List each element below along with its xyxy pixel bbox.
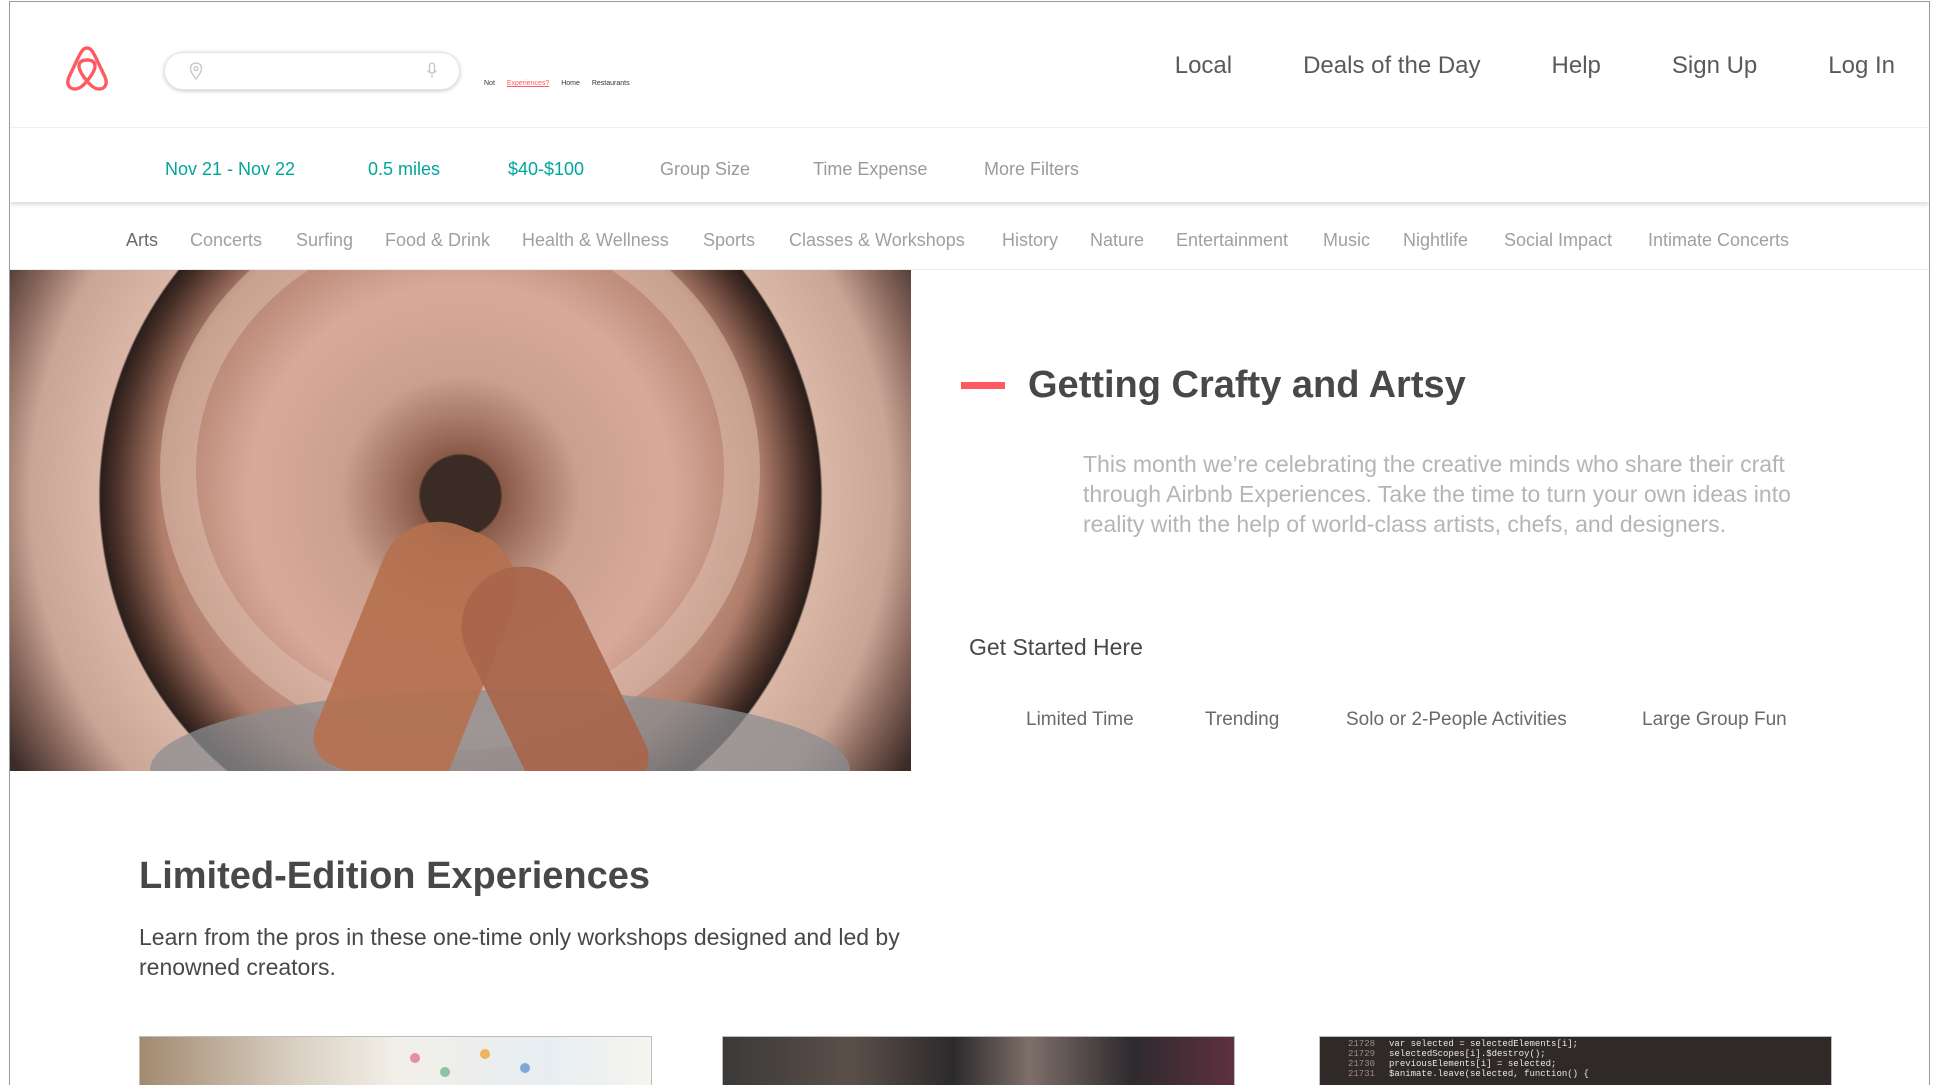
filter-time-expense[interactable]: Time Expense <box>813 159 927 180</box>
experience-card-watercolor[interactable] <box>139 1036 652 1085</box>
code-line: 21730 previousElements[i] = selected; <box>1348 1059 1557 1069</box>
category-music[interactable]: Music <box>1323 230 1370 251</box>
nav-deals-of-the-day[interactable]: Deals of the Day <box>1303 52 1480 80</box>
nav-help[interactable]: Help <box>1552 52 1601 80</box>
get-started-heading: Get Started Here <box>969 634 1143 660</box>
link-limited-time[interactable]: Limited Time <box>1026 709 1134 731</box>
category-social-impact[interactable]: Social Impact <box>1504 230 1612 251</box>
home-link[interactable]: Home <box>561 80 580 87</box>
category-history[interactable]: History <box>1002 230 1058 251</box>
filter-bar: Nov 21 - Nov 22 0.5 miles $40-$100 Group… <box>10 128 1929 202</box>
category-entertainment[interactable]: Entertainment <box>1176 230 1288 251</box>
code-line: 21728 var selected = selectedElements[i]; <box>1348 1039 1579 1049</box>
category-nightlife[interactable]: Nightlife <box>1403 230 1468 251</box>
not-experiences-link[interactable]: Not Experiences? <box>484 80 549 87</box>
category-concerts[interactable]: Concerts <box>190 230 262 251</box>
restaurants-link[interactable]: Restaurants <box>592 80 630 87</box>
search-input[interactable] <box>211 61 411 81</box>
code-line: 21731 $animate.leave(selected, function()… <box>1348 1069 1589 1079</box>
location-pin-icon <box>189 62 203 80</box>
limited-edition-title: Limited-Edition Experiences <box>139 855 650 897</box>
category-health-wellness[interactable]: Health & Wellness <box>522 230 669 251</box>
experience-card-group[interactable] <box>722 1036 1235 1085</box>
hero-title: Getting Crafty and Artsy <box>1028 364 1466 406</box>
link-trending[interactable]: Trending <box>1205 709 1279 731</box>
flower-shape <box>520 1063 530 1073</box>
category-sports[interactable]: Sports <box>703 230 755 251</box>
hero-description: This month we’re celebrating the creativ… <box>1083 451 1791 537</box>
code-line: 21729 selectedScopes[i].$destroy(); <box>1348 1049 1546 1059</box>
title-accent-bar <box>961 382 1005 389</box>
category-classes-workshops[interactable]: Classes & Workshops <box>789 230 965 251</box>
search-bar[interactable] <box>164 52 460 90</box>
link-solo-activities[interactable]: Solo or 2-People Activities <box>1346 709 1567 731</box>
filter-group-size[interactable]: Group Size <box>660 159 750 180</box>
top-nav: Local Deals of the Day Help Sign Up Log … <box>1104 52 1895 80</box>
nav-log-in[interactable]: Log In <box>1828 52 1895 80</box>
top-header: Not Experiences? Home Restaurants Local … <box>10 2 1929 128</box>
airbnb-logo[interactable] <box>64 44 110 92</box>
app-frame: Not Experiences? Home Restaurants Local … <box>9 1 1930 1085</box>
limited-edition-description: Learn from the pros in these one-time on… <box>139 924 900 980</box>
category-food-drink[interactable]: Food & Drink <box>385 230 490 251</box>
category-tabs: Arts Concerts Surfing Food & Drink Healt… <box>10 202 1929 270</box>
nav-local[interactable]: Local <box>1175 52 1232 80</box>
link-large-group-fun[interactable]: Large Group Fun <box>1642 709 1787 731</box>
filter-price[interactable]: $40-$100 <box>508 159 584 180</box>
hero-pottery-image <box>10 270 911 771</box>
mini-links: Not Experiences? Home Restaurants <box>484 80 640 87</box>
filter-distance[interactable]: 0.5 miles <box>368 159 440 180</box>
microphone-icon[interactable] <box>427 62 437 80</box>
experience-card-code[interactable]: 21728 var selected = selectedElements[i];… <box>1319 1036 1832 1085</box>
flower-shape <box>440 1067 450 1077</box>
category-arts[interactable]: Arts <box>126 230 158 251</box>
category-nature[interactable]: Nature <box>1090 230 1144 251</box>
flower-shape <box>410 1053 420 1063</box>
filter-dates[interactable]: Nov 21 - Nov 22 <box>165 159 295 180</box>
nav-sign-up[interactable]: Sign Up <box>1672 52 1757 80</box>
category-intimate-concerts[interactable]: Intimate Concerts <box>1648 230 1789 251</box>
flower-shape <box>480 1049 490 1059</box>
filter-more-filters[interactable]: More Filters <box>984 159 1079 180</box>
category-surfing[interactable]: Surfing <box>296 230 353 251</box>
